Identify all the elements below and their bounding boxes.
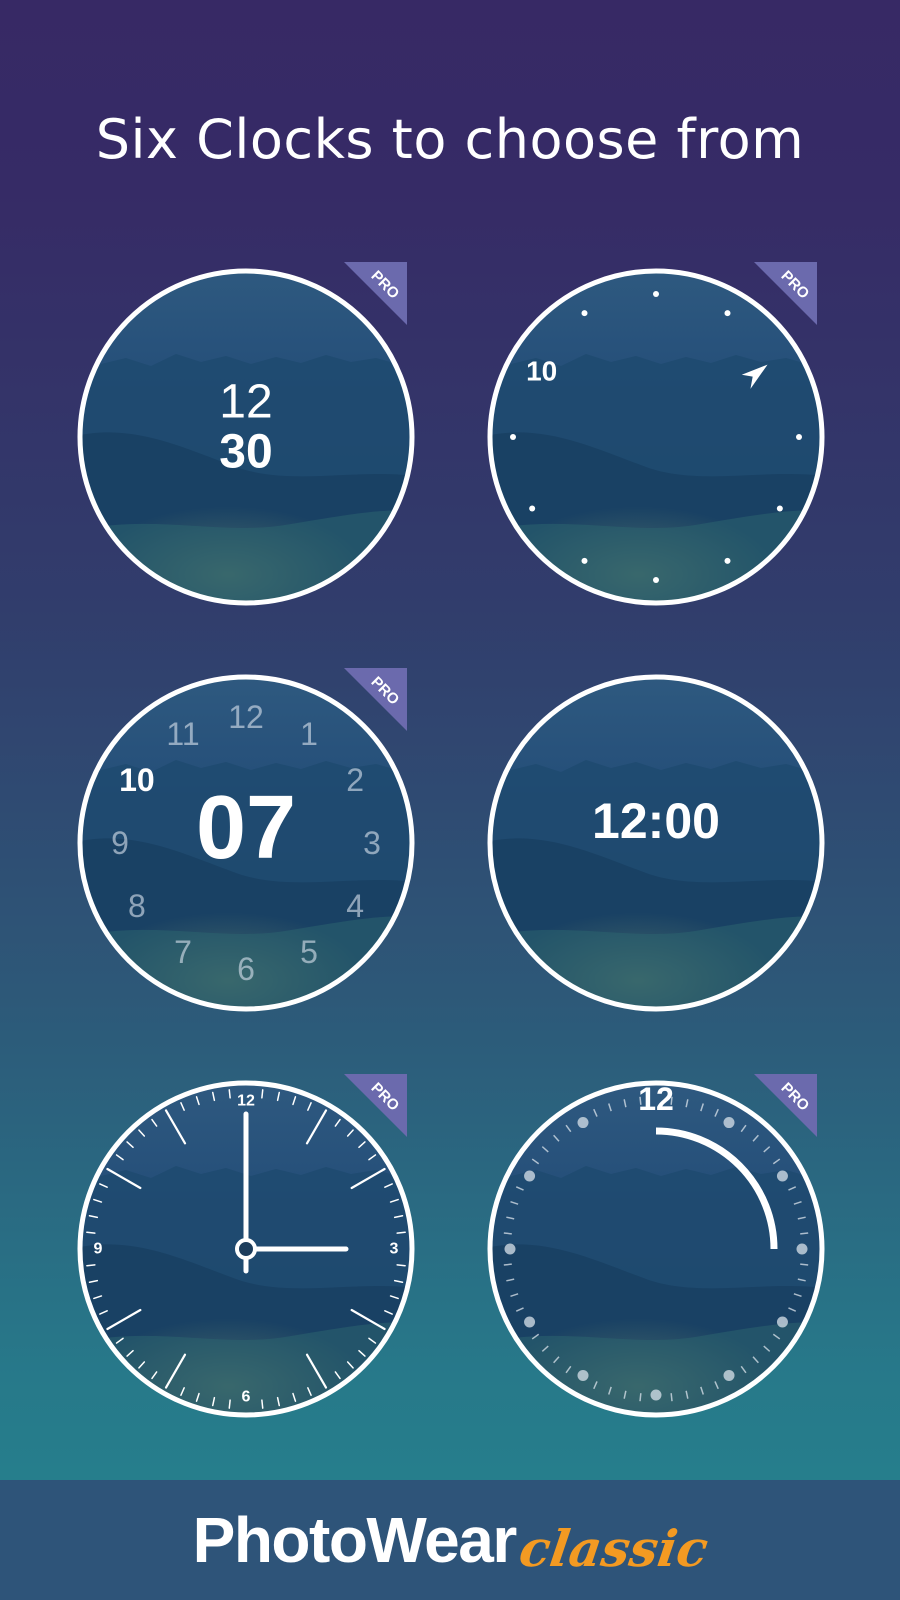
hour-dot bbox=[724, 310, 731, 317]
clock-face-digital-simple[interactable]: 12:00 bbox=[481, 668, 831, 1018]
hour-numeral: 2 bbox=[346, 762, 364, 798]
hour-dot bbox=[723, 1369, 735, 1381]
hour-dot bbox=[653, 577, 659, 583]
hour-label: 12 bbox=[237, 1093, 255, 1110]
minute-tick bbox=[86, 1264, 96, 1267]
hour-text: 12 bbox=[219, 376, 272, 429]
hour-dot bbox=[723, 1117, 735, 1129]
hour-dot bbox=[776, 1170, 788, 1182]
minute-tick bbox=[639, 1393, 642, 1402]
minute-tick bbox=[396, 1231, 406, 1234]
time-text: 12:00 bbox=[592, 793, 720, 849]
hour-dot bbox=[724, 557, 731, 564]
minute-tick bbox=[261, 1399, 264, 1409]
minute-tick bbox=[228, 1089, 231, 1099]
clock-face-digital-stacked[interactable]: PRO 12 30 bbox=[71, 262, 421, 612]
hour-numeral: 5 bbox=[300, 934, 318, 970]
hour-label: 10 bbox=[526, 356, 557, 387]
clock-face-dots-pointer[interactable]: PRO 10 bbox=[481, 262, 831, 612]
hour-numeral: 7 bbox=[174, 934, 192, 970]
minute-tick bbox=[800, 1232, 809, 1235]
hour-dot bbox=[650, 1389, 662, 1401]
hour-label: 9 bbox=[94, 1241, 103, 1258]
center-pin bbox=[235, 1238, 257, 1260]
clock-face-big-minutes[interactable]: PRO 12 1 2 3 4 5 6 7 8 9 10 11 07 bbox=[71, 668, 421, 1018]
hour-dot bbox=[653, 291, 659, 297]
landscape-background bbox=[490, 271, 822, 603]
hour-numeral: 6 bbox=[237, 951, 255, 987]
hour-dot bbox=[524, 1316, 536, 1328]
brand-edition: classic bbox=[515, 1518, 712, 1578]
hour-numeral: 11 bbox=[166, 716, 199, 752]
hour-dot bbox=[524, 1170, 536, 1182]
brand-name: PhotoWear bbox=[192, 1504, 518, 1576]
clock-face-svg: PRO12 bbox=[487, 1074, 825, 1418]
hour-dot bbox=[796, 1243, 808, 1255]
clock-face-arc-progress[interactable]: PRO 12 bbox=[481, 1074, 831, 1424]
minute-tick bbox=[86, 1231, 96, 1234]
hour-numeral: 4 bbox=[346, 888, 364, 924]
hour-dot bbox=[529, 505, 536, 512]
hour-dot bbox=[776, 505, 783, 512]
minute-tick bbox=[261, 1089, 264, 1099]
minute-tick bbox=[503, 1232, 512, 1235]
hour-numeral: 10 bbox=[119, 762, 155, 798]
clock-face-svg: PRO10 bbox=[487, 262, 825, 606]
hour-numeral: 8 bbox=[128, 888, 146, 924]
hour-dot bbox=[796, 434, 802, 440]
minute-text: 07 bbox=[196, 778, 296, 878]
hour-dot bbox=[581, 310, 588, 317]
clock-face-analog-classic[interactable]: PRO 12 3 6 9 bbox=[71, 1074, 421, 1424]
minute-tick bbox=[800, 1263, 809, 1266]
hour-dot bbox=[577, 1117, 589, 1129]
hour-numeral: 3 bbox=[363, 825, 381, 861]
minute-tick bbox=[503, 1263, 512, 1266]
minute-tick bbox=[670, 1393, 673, 1402]
clock-face-svg: 12:00 bbox=[487, 674, 825, 1012]
minute-text: 30 bbox=[219, 426, 272, 479]
hour-dot bbox=[577, 1369, 589, 1381]
hour-numeral: 12 bbox=[228, 699, 264, 735]
brand-logo: PhotoWear classic bbox=[0, 1480, 900, 1600]
hour-dot bbox=[504, 1243, 516, 1255]
hour-label: 6 bbox=[242, 1389, 251, 1406]
hour-label: 3 bbox=[390, 1241, 399, 1258]
landscape-background bbox=[490, 1083, 822, 1415]
footer-banner: PhotoWear classic bbox=[0, 1480, 900, 1600]
screen: Six Clocks to choose from PRO 12 30 PRO 10 … bbox=[0, 0, 900, 1600]
hour-numeral: 1 bbox=[300, 716, 318, 752]
hour-dot bbox=[776, 1316, 788, 1328]
headline: Six Clocks to choose from bbox=[95, 108, 805, 171]
top-label: 12 bbox=[638, 1081, 674, 1117]
clock-face-svg: PRO12369 bbox=[77, 1074, 415, 1418]
minute-tick bbox=[396, 1264, 406, 1267]
minute-tick bbox=[228, 1399, 231, 1409]
clock-face-svg: PRO1230 bbox=[77, 262, 415, 606]
hour-dot bbox=[581, 557, 588, 564]
hour-dot bbox=[510, 434, 516, 440]
clock-face-svg: PRO12 123456789101107 bbox=[77, 668, 415, 1012]
hour-numeral: 9 bbox=[111, 825, 129, 861]
